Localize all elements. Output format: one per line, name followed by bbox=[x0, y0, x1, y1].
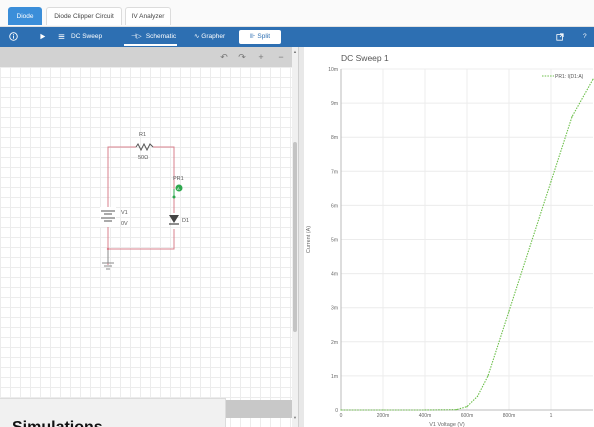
series-point bbox=[529, 245, 531, 247]
series-point bbox=[340, 409, 342, 411]
x-tick-label: 200m bbox=[377, 413, 390, 419]
d1-name-label: D1 bbox=[182, 218, 190, 224]
y-tick-label: 8m bbox=[331, 135, 338, 141]
svg-text:A: A bbox=[177, 186, 180, 191]
play-icon[interactable] bbox=[36, 27, 48, 47]
y-tick-label: 1m bbox=[331, 374, 338, 380]
series-point bbox=[508, 310, 510, 312]
x-axis-label: V1 Voltage (V) bbox=[429, 422, 465, 427]
dc-sweep-chart[interactable]: 0 200m 400m 600m 800m 1 0 1m 2m 3m 4m 5m 6m 7m 8m 9m 10m… bbox=[304, 47, 594, 427]
schematic-canvas[interactable]: ↶ ↷ + − A R1 50Ω V1 0V D1 PR1 ▲ ▼ bbox=[0, 47, 298, 427]
tab-iv-analyzer[interactable]: IV Analyzer bbox=[125, 7, 171, 25]
help-button[interactable]: ? bbox=[583, 27, 587, 47]
x-tick-label: 400m bbox=[419, 413, 432, 419]
info-icon[interactable] bbox=[6, 27, 20, 47]
circuit-tabs: Diode Diode Clipper Circuit IV Analyzer bbox=[0, 0, 594, 27]
tab-schematic-label: Schematic bbox=[145, 33, 177, 40]
tab-grapher[interactable]: ∿ Grapher bbox=[194, 27, 225, 47]
circuit-wires bbox=[107, 146, 175, 265]
x-tick-label: 600m bbox=[461, 413, 474, 419]
legend-entry: PR1: I(D1:A) bbox=[555, 74, 584, 80]
series-point bbox=[455, 409, 458, 411]
ground-symbol bbox=[102, 249, 114, 270]
diode-d1[interactable] bbox=[169, 215, 179, 225]
r1-value-label: 50Ω bbox=[138, 155, 149, 161]
v1-value-label: 0V bbox=[121, 221, 128, 227]
app-window: Diode Diode Clipper Circuit IV Analyzer … bbox=[0, 0, 594, 427]
split-button[interactable]: ⊪ Split bbox=[239, 30, 281, 44]
grapher-icon: ∿ bbox=[194, 33, 200, 40]
series-point bbox=[424, 409, 426, 411]
tab-diode[interactable]: Diode bbox=[8, 7, 42, 25]
series-point bbox=[592, 78, 594, 80]
series-point bbox=[550, 180, 552, 183]
series-point bbox=[571, 116, 573, 118]
menu-icon[interactable] bbox=[56, 27, 66, 47]
y-tick-label: 4m bbox=[331, 272, 338, 278]
y-axis-label: Current (A) bbox=[306, 226, 312, 253]
split-label: Split bbox=[257, 33, 271, 40]
series-point bbox=[487, 375, 489, 377]
y-tick-label: 2m bbox=[331, 340, 338, 346]
x-tick-label: 800m bbox=[503, 413, 516, 419]
y-tick-label: 6m bbox=[331, 203, 338, 209]
y-tick-label: 5m bbox=[331, 238, 338, 244]
series-point bbox=[382, 409, 384, 411]
circuit-diagram: A bbox=[100, 142, 183, 270]
y-tick-label: 0 bbox=[335, 408, 338, 414]
chart-pane: DC Sweep 1 0 200m 400m 600m 800m 1 0 1m 2m 3m 4m 5m… bbox=[304, 47, 594, 427]
series-point bbox=[466, 405, 468, 408]
tab-grapher-label: Grapher bbox=[201, 33, 226, 40]
y-tick-label: 10m bbox=[328, 67, 338, 73]
analysis-select[interactable]: DC Sweep bbox=[71, 27, 102, 47]
x-tick-label: 0 bbox=[340, 413, 343, 419]
scrollbar-thumb[interactable] bbox=[293, 142, 297, 332]
split-icon: ⊪ bbox=[249, 33, 256, 40]
voltage-source-v1[interactable] bbox=[100, 207, 116, 227]
simulations-label: Simulations bbox=[12, 419, 103, 427]
export-icon[interactable] bbox=[554, 27, 566, 47]
wire-junction bbox=[106, 247, 110, 251]
tab-diode-clipper-circuit[interactable]: Diode Clipper Circuit bbox=[46, 7, 122, 25]
resistor-r1[interactable] bbox=[135, 142, 154, 152]
probe-name-label: PR1 bbox=[173, 176, 184, 182]
active-view-underline bbox=[124, 44, 177, 46]
simulations-overlay: Simulations bbox=[0, 398, 226, 427]
v1-name-label: V1 bbox=[121, 210, 128, 216]
y-tick-label: 9m bbox=[331, 101, 338, 107]
main-toolbar: DC Sweep ⊣▷ Schematic ∿ Grapher ⊪ Split … bbox=[0, 27, 594, 47]
series-point bbox=[476, 395, 479, 397]
r1-name-label: R1 bbox=[139, 132, 147, 138]
x-tick-label: 1 bbox=[550, 413, 553, 419]
y-tick-label: 3m bbox=[331, 306, 338, 312]
y-tick-label: 7m bbox=[331, 169, 338, 175]
